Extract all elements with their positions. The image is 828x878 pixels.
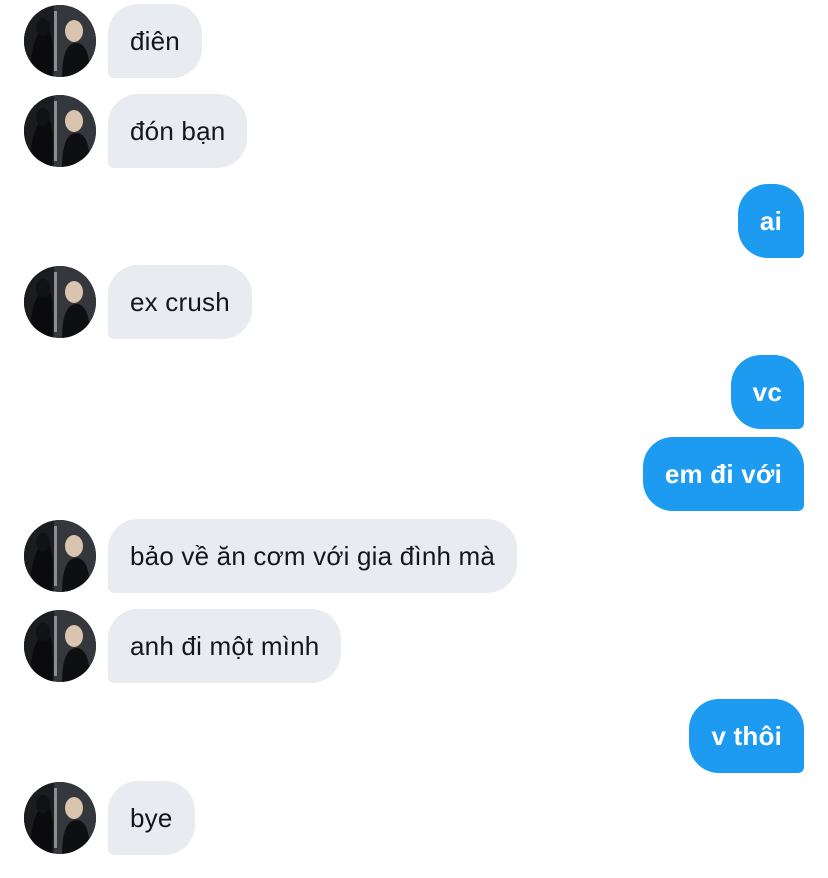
contact-avatar[interactable]	[24, 782, 96, 854]
message-row-incoming: ex crush	[0, 265, 828, 339]
message-bubble[interactable]: anh đi một mình	[108, 609, 342, 683]
avatar-photo-icon	[24, 610, 96, 682]
message-row-incoming: điên	[0, 4, 828, 78]
contact-avatar[interactable]	[24, 95, 96, 167]
avatar-photo-icon	[24, 782, 96, 854]
avatar-photo-icon	[24, 5, 96, 77]
avatar-photo-icon	[24, 520, 96, 592]
message-text: ex crush	[130, 287, 230, 317]
message-text: đón bạn	[130, 116, 226, 146]
contact-avatar[interactable]	[24, 5, 96, 77]
message-bubble[interactable]: ai	[737, 184, 804, 258]
message-bubble[interactable]: vc	[730, 355, 804, 429]
contact-avatar[interactable]	[24, 520, 96, 592]
message-text: bye	[130, 803, 173, 833]
message-text: v thôi	[711, 721, 782, 751]
message-row-outgoing: ai	[0, 184, 828, 258]
message-bubble[interactable]: ex crush	[108, 265, 252, 339]
message-row-incoming: bảo về ăn cơm với gia đình mà	[0, 519, 828, 593]
message-row-outgoing: v thôi	[0, 699, 828, 773]
message-text: ai	[759, 206, 782, 236]
contact-avatar[interactable]	[24, 610, 96, 682]
message-bubble[interactable]: em đi với	[642, 437, 804, 511]
avatar-photo-icon	[24, 266, 96, 338]
message-bubble[interactable]: bye	[108, 781, 195, 855]
message-row-incoming: đón bạn	[0, 94, 828, 168]
message-text: anh đi một mình	[130, 631, 320, 661]
message-bubble[interactable]: v thôi	[689, 699, 804, 773]
message-bubble[interactable]: bảo về ăn cơm với gia đình mà	[108, 519, 518, 593]
message-bubble[interactable]: đón bạn	[108, 94, 248, 168]
message-row-outgoing: em đi với	[0, 437, 828, 511]
message-row-incoming: anh đi một mình	[0, 609, 828, 683]
message-row-outgoing: vc	[0, 355, 828, 429]
message-text: em đi với	[664, 459, 782, 489]
message-text: vc	[752, 377, 782, 407]
avatar-photo-icon	[24, 95, 96, 167]
message-thread: điên đón bạn ai ex crush vc em đi với bả…	[0, 0, 828, 878]
message-text: điên	[130, 26, 180, 56]
message-text: bảo về ăn cơm với gia đình mà	[130, 541, 496, 571]
contact-avatar[interactable]	[24, 266, 96, 338]
message-row-incoming: bye	[0, 781, 828, 855]
message-bubble[interactable]: điên	[108, 4, 202, 78]
